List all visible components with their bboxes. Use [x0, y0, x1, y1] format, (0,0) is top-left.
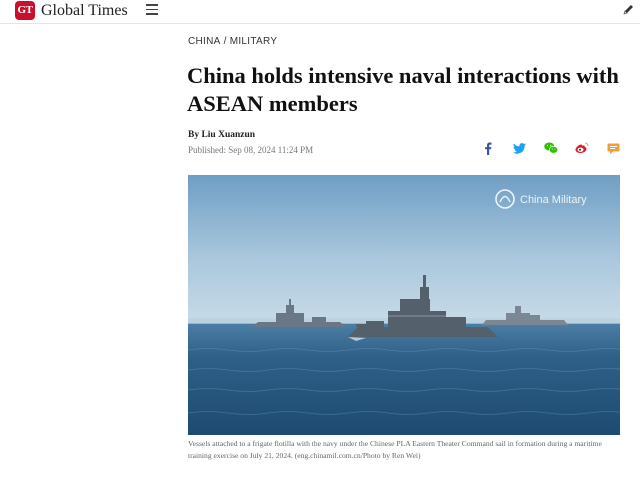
top-navigation-bar: GT Global Times — [0, 0, 640, 24]
article-photo: China Military — [188, 175, 620, 435]
author-byline: By Liu Xuanzun — [188, 130, 256, 140]
wechat-icon[interactable] — [543, 141, 558, 155]
comment-icon[interactable] — [606, 141, 620, 155]
breadcrumb-military[interactable]: MILITARY — [230, 36, 278, 47]
article-title: China holds intensive naval interactions… — [187, 63, 619, 116]
twitter-icon[interactable] — [512, 141, 526, 155]
breadcrumb-separator: / — [223, 36, 227, 47]
breadcrumb: CHINA / MILITARY — [188, 36, 277, 47]
facebook-icon[interactable] — [482, 141, 494, 155]
global-times-logo[interactable]: GT — [15, 1, 35, 20]
brand-name[interactable]: Global Times — [41, 0, 128, 21]
breadcrumb-china[interactable]: CHINA — [188, 36, 221, 47]
hamburger-menu-icon[interactable] — [146, 4, 158, 16]
image-watermark: China Military — [520, 194, 587, 206]
photo-caption: Vessels attached to a frigate flotilla w… — [188, 439, 602, 460]
published-date: Published: Sep 08, 2024 11:24 PM — [188, 145, 314, 155]
pen-icon[interactable] — [621, 3, 635, 17]
weibo-icon[interactable] — [574, 141, 589, 155]
